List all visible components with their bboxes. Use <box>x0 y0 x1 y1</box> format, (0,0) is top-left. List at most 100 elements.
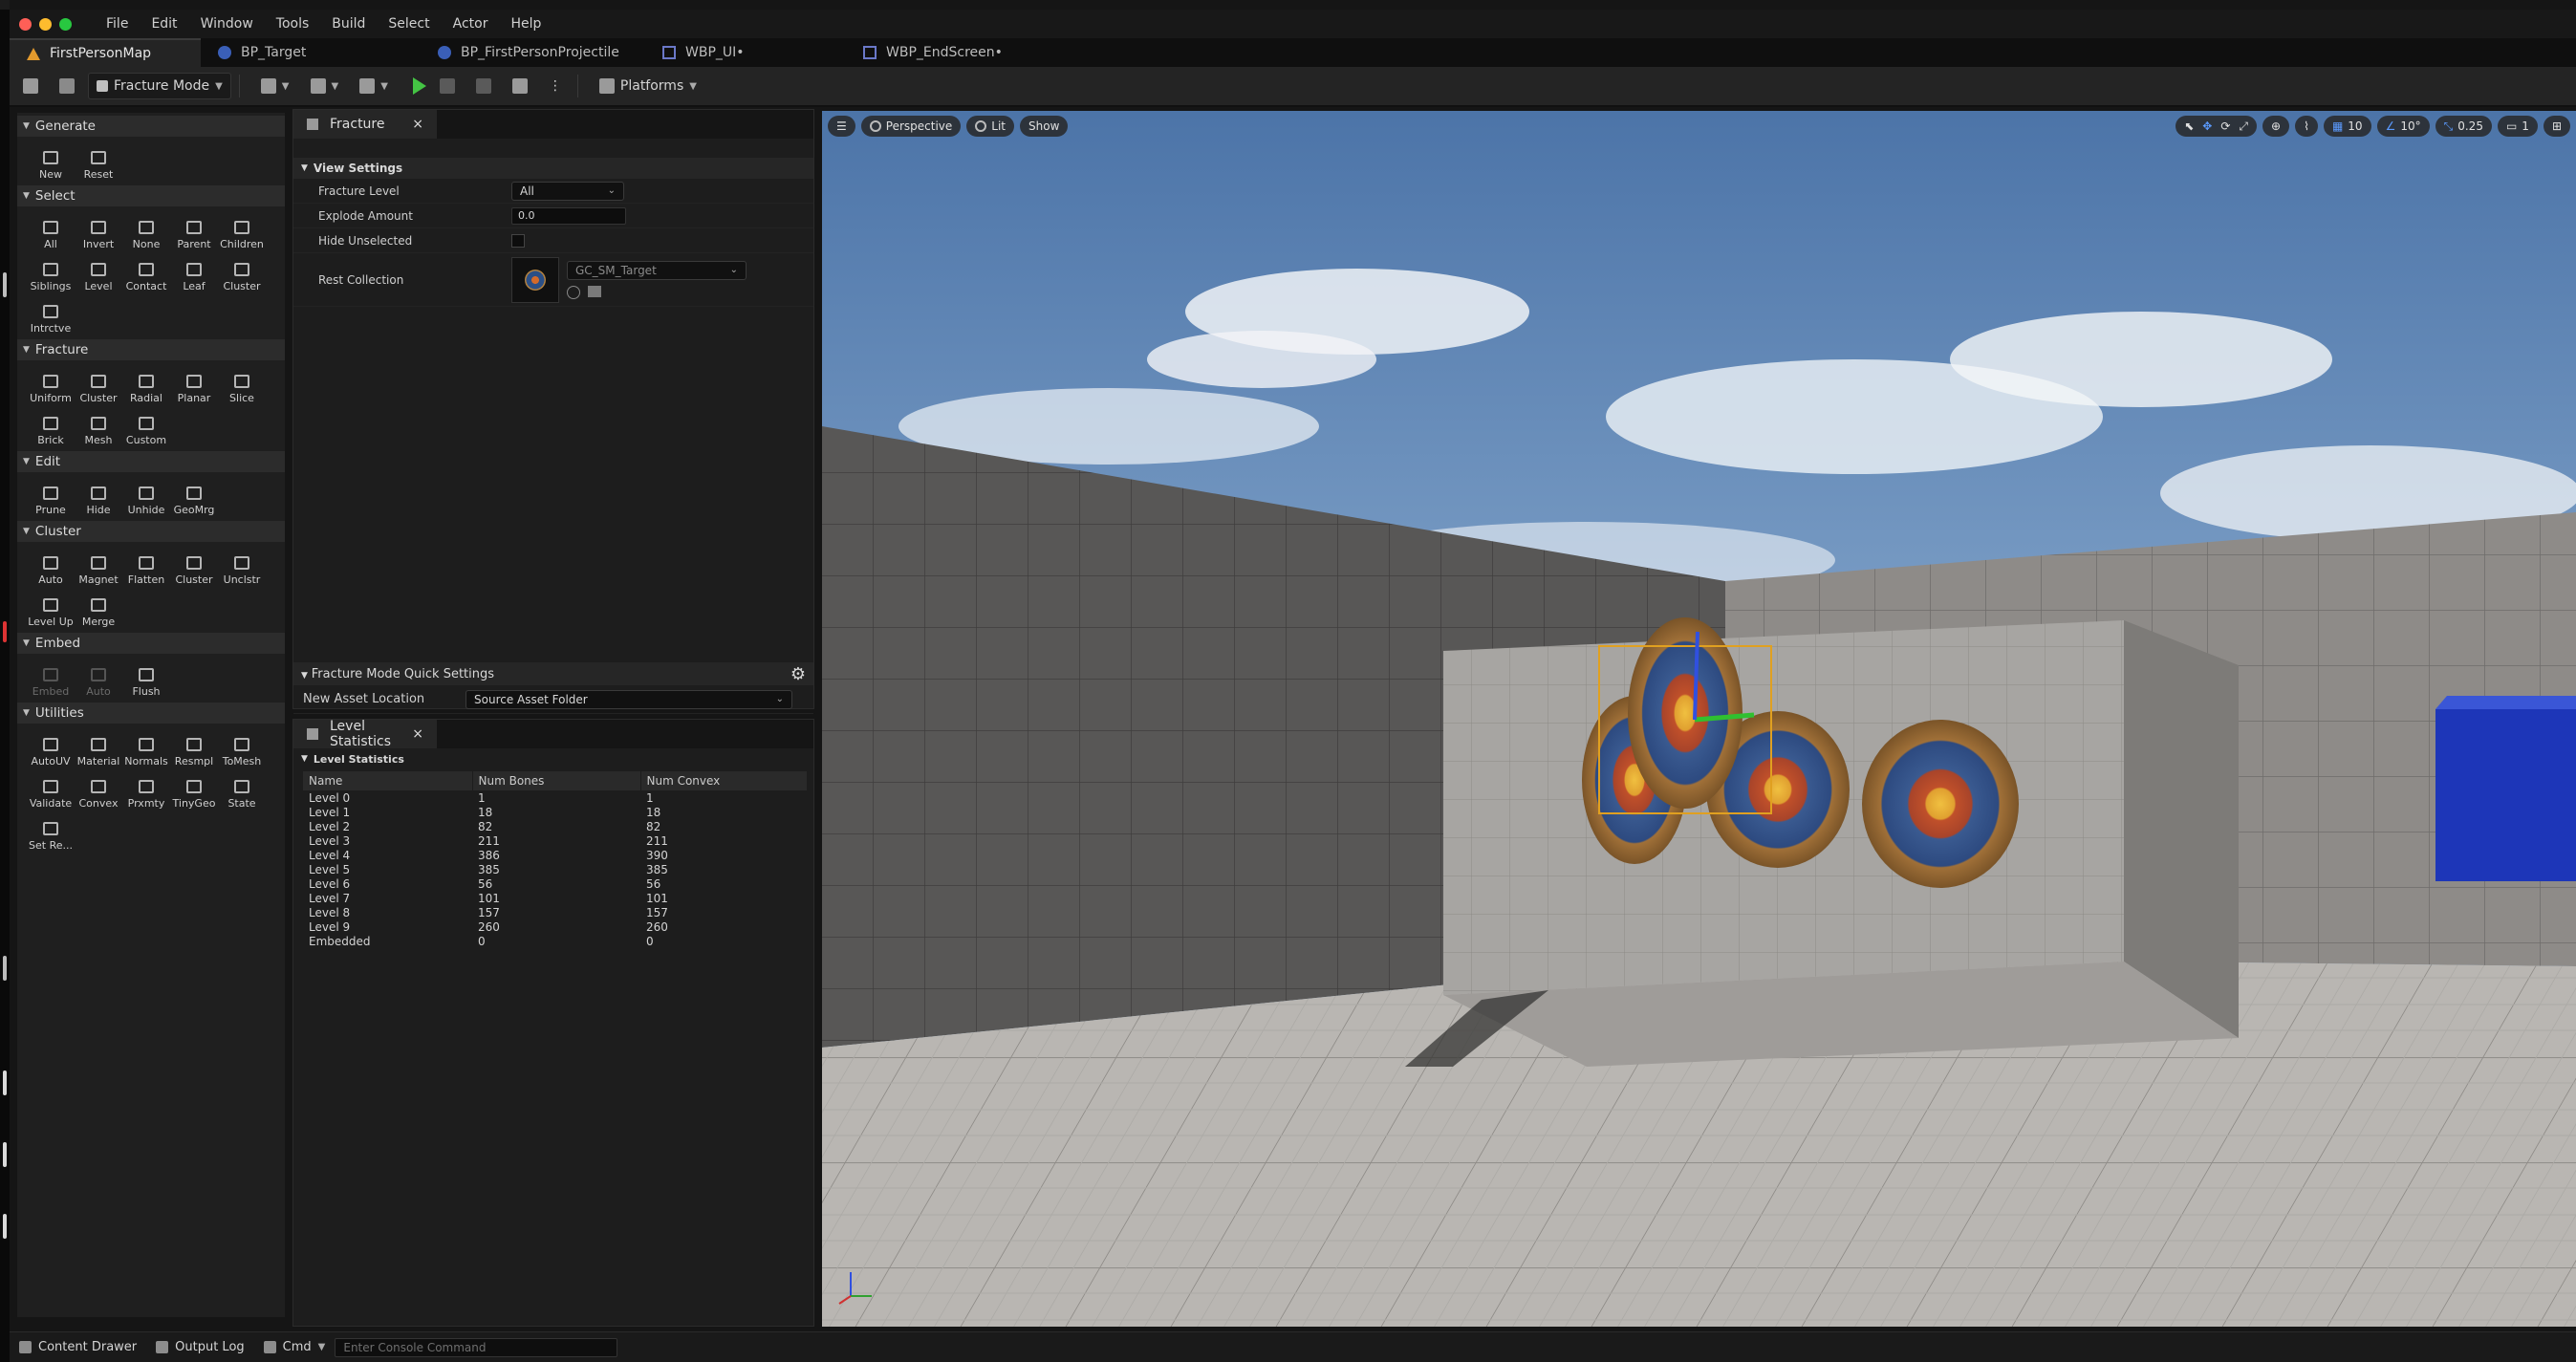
cmd-dropdown[interactable]: Cmd ▼ <box>254 1335 336 1360</box>
tool-prxmty-button[interactable]: Prxmty <box>122 771 170 810</box>
tool-new-button[interactable]: New <box>27 142 75 181</box>
menu-actor[interactable]: Actor <box>442 10 500 38</box>
play-options-button[interactable]: ⋮ <box>541 73 570 99</box>
save-button[interactable] <box>15 73 46 99</box>
zoom-window-button[interactable] <box>59 17 72 31</box>
column-header-name[interactable]: Name <box>303 771 473 790</box>
tab-bp-target[interactable]: BP_Target <box>201 38 421 67</box>
level-viewport[interactable]: ☰ Perspective Lit Show ⬉ ✥ ⟳ ⤢ ⊕ ⌇ ▦ 10 ∠… <box>822 111 2576 1327</box>
quick-settings-header[interactable]: ▼ Fracture Mode Quick Settings ⚙ <box>293 662 813 685</box>
lit-button[interactable]: Lit <box>966 116 1014 137</box>
tool-leaf-button[interactable]: Leaf <box>170 254 218 292</box>
tool-mesh-button[interactable]: Mesh <box>75 408 122 446</box>
close-icon[interactable]: × <box>412 726 423 742</box>
tool-prune-button[interactable]: Prune <box>27 478 75 516</box>
tool-auto-button[interactable]: Auto <box>27 548 75 586</box>
tool-intrctve-button[interactable]: Intrctve <box>27 296 75 335</box>
view-settings-header[interactable]: ▼ View Settings <box>293 158 813 179</box>
tool-siblings-button[interactable]: Siblings <box>27 254 75 292</box>
tool-uniform-button[interactable]: Uniform <box>27 366 75 404</box>
asset-location-dropdown[interactable]: Source Asset Folder ⌄ <box>465 689 792 709</box>
tool-geomrg-button[interactable]: GeoMrg <box>170 478 218 516</box>
hide-unselected-checkbox[interactable] <box>511 233 525 248</box>
output-log-button[interactable]: Output Log <box>146 1335 254 1360</box>
tab-firstpersonmap[interactable]: FirstPersonMap <box>10 38 201 67</box>
palette-section-select[interactable]: ▼ Select <box>17 185 285 206</box>
tool-children-button[interactable]: Children <box>218 212 266 250</box>
maximize-viewport-button[interactable]: ⊞ <box>2543 116 2570 137</box>
tool-contact-button[interactable]: Contact <box>122 254 170 292</box>
scale-tool-icon[interactable]: ⤢ <box>2239 119 2248 134</box>
minimize-window-button[interactable] <box>39 17 52 31</box>
camera-speed-button[interactable]: ▭ 1 <box>2497 116 2538 137</box>
rotation-snap-button[interactable]: ∠ 10° <box>2376 116 2430 137</box>
menu-build[interactable]: Build <box>320 10 377 38</box>
column-header-bones[interactable]: Num Bones <box>472 771 641 790</box>
tool-brick-button[interactable]: Brick <box>27 408 75 446</box>
menu-window[interactable]: Window <box>189 10 265 38</box>
table-row[interactable]: Level 0 1 1 <box>303 790 808 805</box>
tool-flatten-button[interactable]: Flatten <box>122 548 170 586</box>
close-icon[interactable]: × <box>412 117 423 132</box>
settings-gear-icon[interactable]: ⚙ <box>790 664 806 684</box>
table-row[interactable]: Level 1 18 18 <box>303 805 808 819</box>
table-row[interactable]: Level 8 157 157 <box>303 905 808 919</box>
cinematics-button[interactable]: ▼ <box>352 73 396 99</box>
table-row[interactable]: Level 9 260 260 <box>303 919 808 934</box>
tool-normals-button[interactable]: Normals <box>122 729 170 767</box>
eject-button[interactable] <box>505 73 535 99</box>
blueprints-button[interactable]: ▼ <box>303 73 347 99</box>
close-window-button[interactable] <box>19 17 32 31</box>
tool-tomesh-button[interactable]: ToMesh <box>218 729 266 767</box>
menu-select[interactable]: Select <box>377 10 441 38</box>
table-row[interactable]: Embedded 0 0 <box>303 934 808 948</box>
play-icon[interactable] <box>412 77 426 95</box>
level-statistics-header[interactable]: ▼ Level Statistics <box>293 748 813 769</box>
tool-embed-button[interactable]: Embed <box>27 659 75 698</box>
rest-collection-asset-picker[interactable]: GC_SM_Target ⌄ <box>567 260 747 280</box>
move-tool-icon[interactable]: ✥ <box>2202 119 2212 133</box>
table-row[interactable]: Level 4 386 390 <box>303 848 808 862</box>
stop-button[interactable] <box>468 73 499 99</box>
tool-none-button[interactable]: None <box>122 212 170 250</box>
menu-file[interactable]: File <box>95 10 140 38</box>
palette-section-fracture[interactable]: ▼ Fracture <box>17 339 285 360</box>
tool-magnet-button[interactable]: Magnet <box>75 548 122 586</box>
tool-level-button[interactable]: Level <box>75 254 122 292</box>
menu-edit[interactable]: Edit <box>140 10 188 38</box>
tool-resmpl-button[interactable]: Resmpl <box>170 729 218 767</box>
tab-level-statistics[interactable]: Level Statistics × <box>293 719 437 749</box>
table-row[interactable]: Level 6 56 56 <box>303 876 808 891</box>
palette-section-edit[interactable]: ▼ Edit <box>17 451 285 472</box>
tool-flush-button[interactable]: Flush <box>122 659 170 698</box>
explode-amount-input[interactable]: 0.0 <box>511 206 626 225</box>
viewport-options-button[interactable]: ☰ <box>828 116 855 137</box>
world-local-toggle[interactable]: ⊕ <box>2262 116 2290 137</box>
tool-cluster-button[interactable]: Cluster <box>170 548 218 586</box>
perspective-button[interactable]: Perspective <box>860 116 962 137</box>
menu-help[interactable]: Help <box>499 10 552 38</box>
tool-invert-button[interactable]: Invert <box>75 212 122 250</box>
platforms-button[interactable]: Platforms ▼ <box>592 73 704 99</box>
palette-section-utilities[interactable]: ▼ Utilities <box>17 703 285 724</box>
content-browser-button[interactable] <box>52 73 82 99</box>
palette-section-embed[interactable]: ▼ Embed <box>17 633 285 654</box>
tool-all-button[interactable]: All <box>27 212 75 250</box>
use-selected-icon[interactable] <box>567 285 580 299</box>
tool-validate-button[interactable]: Validate <box>27 771 75 810</box>
tool-cluster-button[interactable]: Cluster <box>75 366 122 404</box>
mode-dropdown[interactable]: Fracture Mode ▼ <box>88 73 231 99</box>
tool-cluster-button[interactable]: Cluster <box>218 254 266 292</box>
add-actor-button[interactable]: ▼ <box>253 73 297 99</box>
surface-snap-toggle[interactable]: ⌇ <box>2295 116 2318 137</box>
table-row[interactable]: Level 2 82 82 <box>303 819 808 833</box>
tool-merge-button[interactable]: Merge <box>75 590 122 628</box>
tool-material-button[interactable]: Material <box>75 729 122 767</box>
tool-slice-button[interactable]: Slice <box>218 366 266 404</box>
browse-icon[interactable] <box>588 285 601 297</box>
table-row[interactable]: Level 5 385 385 <box>303 862 808 876</box>
tool-level-up-button[interactable]: Level Up <box>27 590 75 628</box>
tool-autouv-button[interactable]: AutoUV <box>27 729 75 767</box>
palette-section-generate[interactable]: ▼ Generate <box>17 116 285 137</box>
select-tool-icon[interactable]: ⬉ <box>2184 119 2194 133</box>
